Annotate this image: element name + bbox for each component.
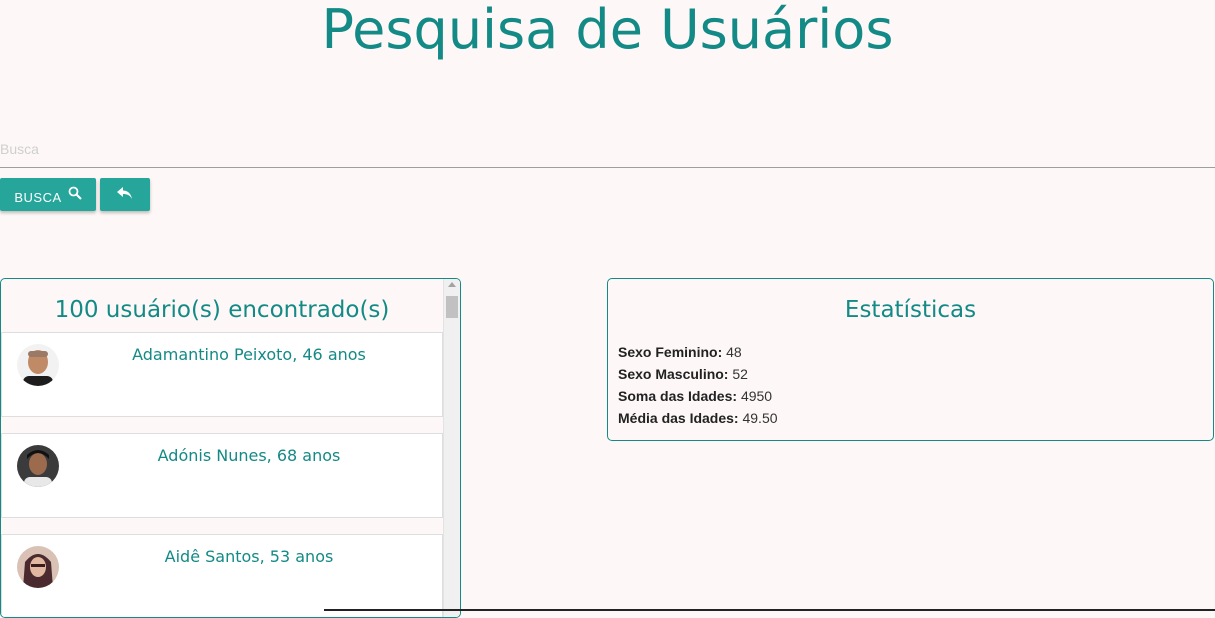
stats-panel: Estatísticas Sexo Feminino: 48 Sexo Masc… <box>607 278 1214 441</box>
search-button-label: BUSCA <box>14 189 62 205</box>
stat-label: Sexo Feminino: <box>618 344 723 360</box>
reply-icon <box>117 186 133 203</box>
avatar <box>17 344 59 386</box>
stat-value: 48 <box>726 344 742 360</box>
back-button[interactable] <box>100 178 150 211</box>
stat-label: Sexo Masculino: <box>618 366 729 382</box>
search-button[interactable]: BUSCA <box>0 178 96 211</box>
users-scrollbar[interactable] <box>443 279 460 617</box>
stat-value: 52 <box>732 366 748 382</box>
stat-value: 4950 <box>740 388 773 404</box>
stat-female: Sexo Feminino: 48 <box>618 341 778 363</box>
stat-label: Média das Idades: <box>618 410 739 426</box>
user-name: Adamantino Peixoto, 46 anos <box>132 345 366 364</box>
user-card[interactable]: Adamantino Peixoto, 46 anos <box>1 332 443 417</box>
stats-list: Sexo Feminino: 48 Sexo Masculino: 52 Som… <box>618 341 778 429</box>
users-count: 100 usuário(s) encontrado(s) <box>54 297 390 323</box>
search-icon <box>68 186 82 203</box>
stat-age-average: Média das Idades: 49.50 <box>618 407 778 429</box>
user-card[interactable]: Aidê Santos, 53 anos <box>1 534 443 617</box>
user-card[interactable]: Adónis Nunes, 68 anos <box>1 433 443 518</box>
scroll-up-arrow-icon[interactable] <box>448 282 456 287</box>
stat-label: Soma das Idades: <box>618 388 738 404</box>
search-input[interactable] <box>0 130 1215 168</box>
user-name: Adónis Nunes, 68 anos <box>157 446 341 465</box>
stat-male: Sexo Masculino: 52 <box>618 363 778 385</box>
stat-age-sum: Soma das Idades: 4950 <box>618 385 778 407</box>
stats-title: Estatísticas <box>844 297 977 323</box>
avatar <box>17 546 59 588</box>
user-name: Aidê Santos, 53 anos <box>164 547 334 566</box>
scroll-thumb[interactable] <box>446 296 458 318</box>
stat-value: 49.50 <box>742 410 778 426</box>
page-title: Pesquisa de Usuários <box>321 0 894 61</box>
avatar <box>17 445 59 487</box>
users-panel: 100 usuário(s) encontrado(s) Adamantino … <box>0 278 461 618</box>
